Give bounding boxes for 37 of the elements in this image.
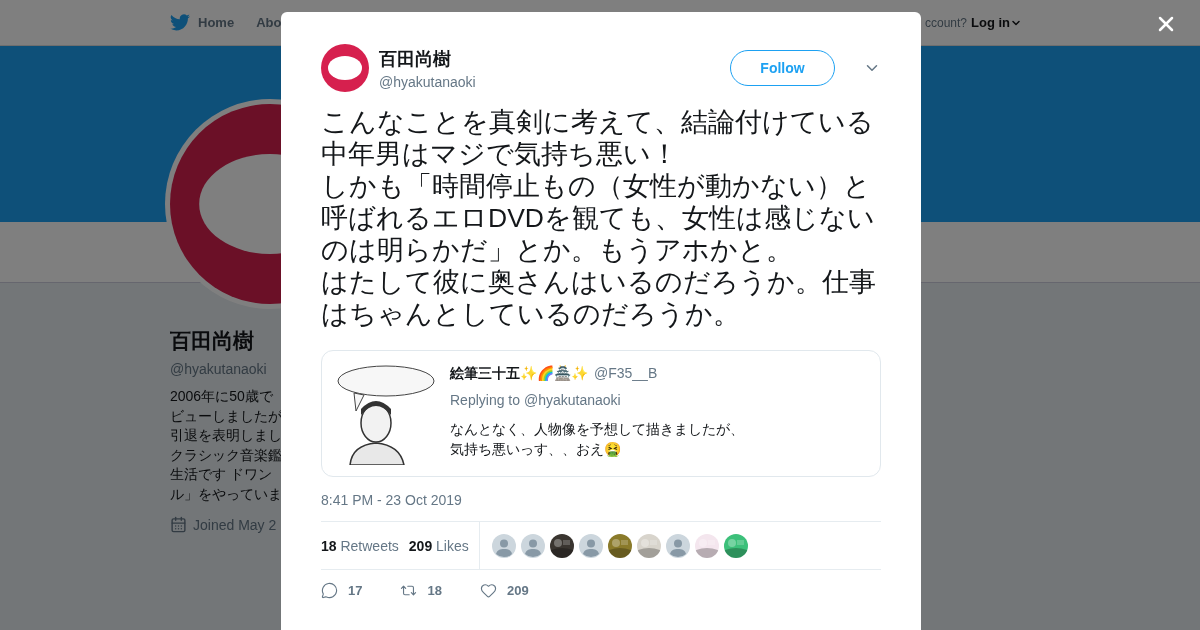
quoted-author-handle: @F35__B xyxy=(594,365,658,381)
about-link[interactable]: Abo xyxy=(256,15,282,30)
profile-name: 百田尚樹 xyxy=(170,328,254,354)
author-handle: @hyakutanaoki xyxy=(379,73,476,90)
bio-line: 引退を表明しまし xyxy=(170,426,282,445)
bird-icon xyxy=(170,14,190,31)
login-link[interactable]: Log in xyxy=(971,15,1022,30)
account-prompt: ccount? xyxy=(924,15,967,30)
follow-button[interactable]: Follow xyxy=(730,50,835,86)
tweet-timestamp: 8:41 PM - 23 Oct 2019 xyxy=(321,492,463,508)
calendar-icon xyxy=(170,516,187,533)
retweet-button[interactable]: 18 xyxy=(400,582,442,599)
quoted-tweet-line: なんとなく、人物像を予想して描きましたが、 xyxy=(450,420,744,439)
bio-line: ル」をやっていま xyxy=(170,484,282,504)
author-avatar-icon xyxy=(321,44,369,92)
tweet-paragraph: しかも「時間停止もの（女性が動かない）と呼ばれるエロDVDを観ても、女性は感じないのは明らかだ」とか。もうアホかと。 xyxy=(321,170,876,266)
default-avatar-icon[interactable] xyxy=(665,533,690,558)
tweet-paragraph: はたして彼に奥さんはいるのだろうか。仕事はちゃんとしているのだろうか。 xyxy=(321,266,877,330)
bio-line: クラシック音楽鑑 xyxy=(170,445,282,465)
default-avatar-icon[interactable] xyxy=(491,533,516,558)
reply-icon xyxy=(321,582,338,599)
heart-icon xyxy=(479,582,497,599)
tweet-paragraph: こんなことを真剣に考えて、結論付けている中年男はマジで気持ち悪い！ xyxy=(321,106,875,170)
profile-handle: @hyakutanaoki xyxy=(170,361,267,377)
stat-link[interactable]: 18 Retweets xyxy=(321,537,399,554)
stat-link[interactable]: 209 Likes xyxy=(408,537,469,554)
replying-to-text: Replying to @hyakutanaoki xyxy=(450,392,622,408)
quoted-author-name: 絵筆三十五✨🌈🏯✨ xyxy=(450,365,588,383)
like-button[interactable]: 209 xyxy=(479,582,529,599)
quoted-tweet[interactable]: 絵筆三十五✨🌈🏯✨ @F35__B Replying to @hyakutanaoki なんとなく、人物像を予想して描きましたが、 気持ち悪いっす、、おえ🤮 xyxy=(321,350,881,477)
bio-line: 2006年に50歳で xyxy=(170,387,273,406)
bio-line: 生活です ドワン xyxy=(170,465,272,484)
home-link[interactable]: Home xyxy=(170,14,235,31)
quoted-tweet-line: 気持ち悪いっす、、おえ🤮 xyxy=(450,440,621,459)
author-name: 百田尚樹 xyxy=(379,47,452,71)
joined-date: Joined May 2 xyxy=(193,516,277,533)
reply-button[interactable]: 17 xyxy=(321,582,363,599)
